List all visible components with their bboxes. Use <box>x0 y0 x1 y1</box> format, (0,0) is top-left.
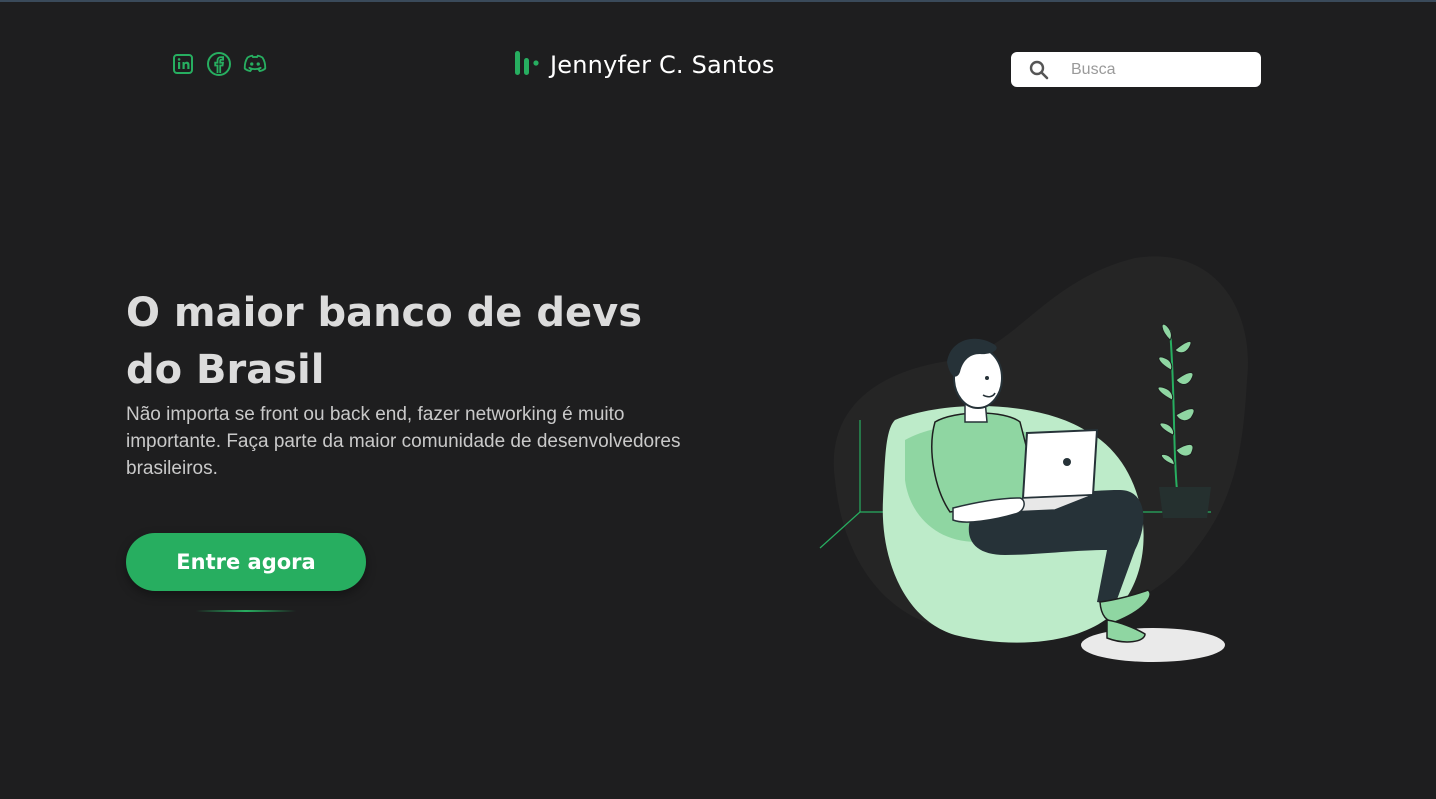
developer-illustration <box>815 250 1255 670</box>
search-input[interactable] <box>1071 60 1251 79</box>
hero-description: Não importa se front ou back end, fazer … <box>126 404 681 479</box>
search-bar[interactable] <box>1011 52 1261 87</box>
button-underline <box>196 610 296 612</box>
logo-icon <box>514 50 540 80</box>
social-links <box>170 51 268 77</box>
hero-title-line-1: O maior banco de devs <box>126 290 642 336</box>
linkedin-icon[interactable] <box>170 51 196 77</box>
top-border <box>0 0 1436 2</box>
hero-title: O maior banco de devs do Brasil <box>126 285 686 399</box>
search-icon[interactable] <box>1028 59 1050 81</box>
hero-title-line-2: do Brasil <box>126 347 325 393</box>
facebook-icon[interactable] <box>206 51 232 77</box>
brand-name: Jennyfer C. Santos <box>550 51 775 79</box>
discord-icon[interactable] <box>242 51 268 77</box>
brand[interactable]: Jennyfer C. Santos <box>514 50 775 80</box>
join-now-button[interactable]: Entre agora <box>126 533 366 591</box>
